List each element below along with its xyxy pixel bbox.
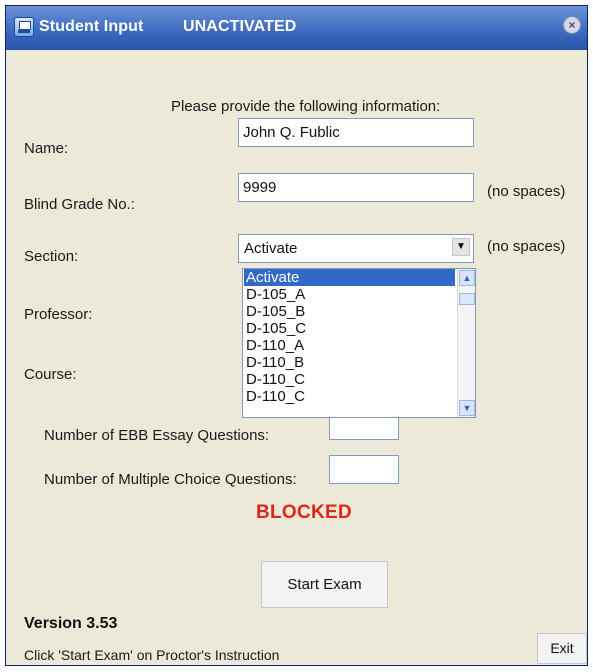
chevron-down-icon: ▼ [462, 403, 472, 413]
chevron-down-icon[interactable]: ▼ [452, 238, 470, 256]
section-label: Section: [24, 248, 79, 265]
blind-grade-label: Blind Grade No.: [24, 196, 135, 213]
no-spaces-note-blind-grade: (no spaces) [487, 183, 566, 200]
close-button[interactable]: × [563, 16, 581, 34]
dropdown-item[interactable]: D-110_A [244, 337, 455, 354]
proctor-instruction: Click 'Start Exam' on Proctor's Instruct… [24, 647, 280, 663]
name-field[interactable]: John Q. Fublic [238, 118, 474, 147]
window-icon [14, 17, 34, 37]
dropdown-item[interactable]: D-105_C [244, 320, 455, 337]
window-status-title: UNACTIVATED [183, 18, 297, 35]
dropdown-item[interactable]: D-110_B [244, 354, 455, 371]
dropdown-item[interactable]: D-105_B [244, 303, 455, 320]
dropdown-item[interactable]: D-110_C [244, 388, 455, 405]
scroll-up-button[interactable]: ▲ [459, 270, 475, 286]
professor-label: Professor: [24, 306, 93, 323]
student-input-window: Student Input UNACTIVATED × Please provi… [5, 5, 588, 666]
scroll-down-button[interactable]: ▼ [459, 400, 475, 416]
section-selected-value: Activate [244, 240, 298, 257]
start-exam-button[interactable]: Start Exam [261, 561, 388, 608]
dropdown-scrollbar[interactable]: ▲ ▼ [457, 269, 475, 417]
chevron-up-icon: ▲ [462, 273, 472, 283]
blocked-status: BLOCKED [256, 502, 353, 523]
mcq-field[interactable] [329, 455, 399, 484]
dropdown-item[interactable]: D-110_C [244, 371, 455, 388]
section-dropdown-list[interactable]: Activate D-105_A D-105_B D-105_C D-110_A… [242, 268, 476, 418]
window-title: Student Input [39, 18, 144, 35]
form-prompt: Please provide the following information… [171, 98, 441, 115]
name-label: Name: [24, 140, 69, 157]
no-spaces-note-section: (no spaces) [487, 238, 566, 255]
course-label: Course: [24, 366, 77, 383]
dropdown-item[interactable]: Activate [244, 269, 455, 286]
close-icon: × [568, 18, 576, 32]
scroll-thumb[interactable] [459, 293, 475, 305]
mcq-label: Number of Multiple Choice Questions: [44, 471, 297, 488]
section-select[interactable]: Activate ▼ [238, 234, 474, 263]
exit-button[interactable]: Exit [537, 633, 587, 664]
ebb-essay-label: Number of EBB Essay Questions: [44, 427, 270, 444]
version-label: Version 3.53 [24, 615, 118, 632]
dropdown-item[interactable]: D-105_A [244, 286, 455, 303]
window-titlebar[interactable]: Student Input UNACTIVATED × [6, 6, 587, 50]
blind-grade-field[interactable]: 9999 [238, 173, 474, 202]
